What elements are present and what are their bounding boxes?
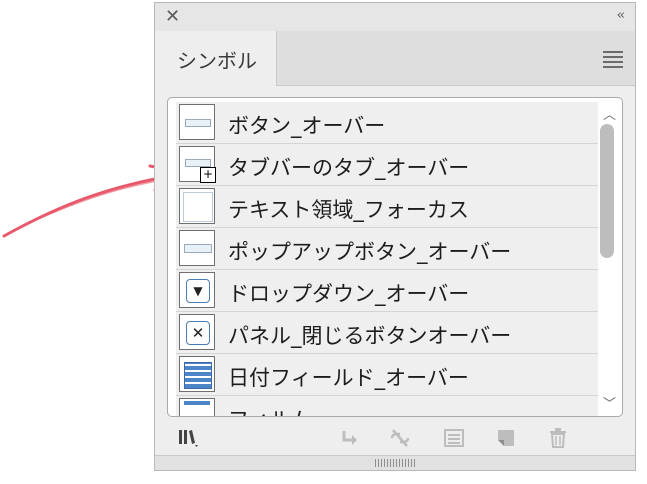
popup-button-thumbnail-icon bbox=[179, 230, 215, 266]
symbol-name: ドロップダウン_オーバー bbox=[228, 282, 470, 306]
calendar-thumbnail-icon bbox=[179, 356, 215, 392]
symbol-name: フィルム bbox=[228, 404, 311, 416]
symbol-library-icon[interactable] bbox=[177, 427, 199, 449]
symbol-name: パネル_閉じるボタンオーバー bbox=[228, 324, 512, 348]
symbols-panel: ✕ ‹‹ シンボル ボタン_オーバー + タブバーのタブ_オーバー テキスト領域… bbox=[154, 2, 636, 471]
list-item[interactable]: テキスト領域_フォーカス bbox=[176, 186, 598, 228]
scroll-down-icon[interactable]: ﹀ bbox=[603, 393, 616, 412]
close-icon[interactable]: ✕ bbox=[165, 7, 180, 27]
panel-menu-icon[interactable] bbox=[603, 51, 623, 68]
list-item[interactable]: フィルム bbox=[176, 396, 598, 416]
scrollbar-thumb[interactable] bbox=[600, 124, 614, 258]
list-item[interactable]: + タブバーのタブ_オーバー bbox=[176, 144, 598, 186]
panel-titlebar: ✕ ‹‹ bbox=[155, 3, 635, 31]
tab-label: シンボル bbox=[177, 49, 257, 73]
symbol-name: タブバーのタブ_オーバー bbox=[228, 156, 470, 180]
symbol-options-icon[interactable] bbox=[443, 427, 465, 449]
list-item[interactable]: ボタン_オーバー bbox=[176, 102, 598, 144]
tab-bar-thumbnail-icon: + bbox=[179, 146, 216, 183]
symbol-list[interactable]: ボタン_オーバー + タブバーのタブ_オーバー テキスト領域_フォーカス ポップ… bbox=[167, 97, 623, 417]
button-thumbnail-icon bbox=[179, 104, 215, 140]
symbol-name: テキスト領域_フォーカス bbox=[228, 198, 469, 222]
tab-row: シンボル bbox=[155, 31, 635, 86]
new-symbol-icon[interactable] bbox=[495, 427, 517, 449]
list-item[interactable]: ポップアップボタン_オーバー bbox=[176, 228, 598, 270]
break-link-icon[interactable] bbox=[389, 427, 411, 449]
resize-grip[interactable] bbox=[375, 459, 415, 467]
text-area-thumbnail-icon bbox=[179, 188, 215, 224]
close-button-thumbnail-icon: ✕ bbox=[179, 314, 215, 350]
dropdown-thumbnail-icon: ▼ bbox=[179, 272, 215, 308]
list-item[interactable]: ▼ ドロップダウン_オーバー bbox=[176, 270, 598, 312]
list-item[interactable]: ✕ パネル_閉じるボタンオーバー bbox=[176, 312, 598, 354]
panel-footer bbox=[155, 421, 635, 457]
symbol-name: ボタン_オーバー bbox=[228, 114, 386, 138]
symbol-name: ポップアップボタン_オーバー bbox=[228, 240, 512, 264]
place-symbol-icon[interactable] bbox=[339, 427, 361, 449]
scroll-up-icon[interactable]: ︿ bbox=[603, 104, 616, 123]
symbol-name: 日付フィールド_オーバー bbox=[228, 366, 469, 390]
collapse-double-chevron-icon[interactable]: ‹‹ bbox=[617, 8, 626, 23]
delete-icon[interactable] bbox=[547, 427, 569, 449]
film-thumbnail-icon bbox=[179, 398, 215, 416]
tab-symbols[interactable]: シンボル bbox=[155, 31, 277, 86]
add-badge-icon: + bbox=[200, 167, 216, 183]
list-item[interactable]: 日付フィールド_オーバー bbox=[176, 354, 598, 396]
